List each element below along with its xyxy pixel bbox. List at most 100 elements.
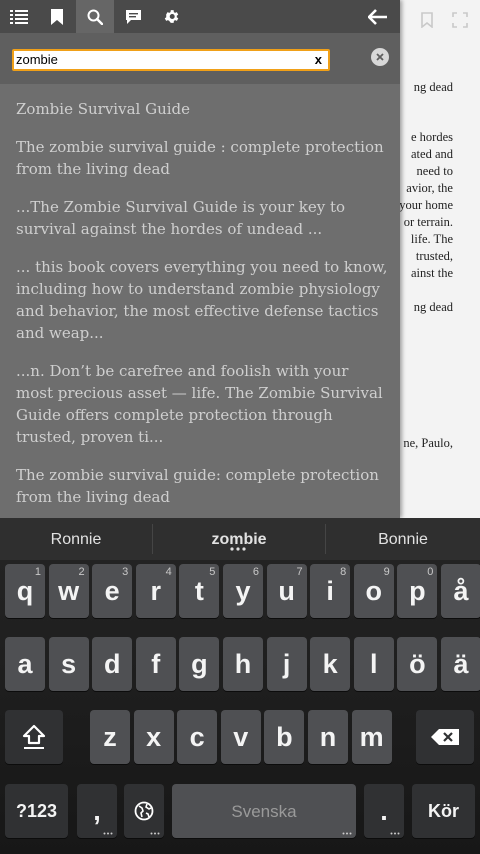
key[interactable]: s — [48, 637, 89, 691]
search-result-item[interactable]: The zombie survival guide : complete pro… — [16, 136, 388, 180]
key[interactable]: i8 — [310, 564, 351, 618]
key-label: r — [150, 575, 162, 606]
key[interactable]: z — [90, 710, 130, 764]
symbols-key-label: ?123 — [15, 801, 58, 821]
close-icon — [376, 53, 384, 61]
tab-settings[interactable] — [152, 0, 190, 33]
close-search-button[interactable] — [371, 48, 389, 66]
key-label: e — [104, 575, 120, 606]
key-label: x — [146, 721, 162, 752]
key[interactable]: å — [441, 564, 480, 618]
arrow-left-icon — [368, 8, 387, 25]
reader-line: or terrain. — [403, 215, 453, 229]
key[interactable]: j — [266, 637, 307, 691]
key[interactable]: a — [5, 637, 45, 691]
search-result-item[interactable]: Zombie Survival Guide — [16, 98, 388, 120]
gear-icon — [164, 10, 178, 23]
key[interactable]: c — [177, 710, 218, 764]
back-button[interactable] — [360, 0, 396, 33]
key-label: i — [326, 575, 334, 606]
key[interactable]: p0 — [397, 564, 438, 618]
language-key[interactable] — [124, 784, 164, 838]
more-keys-icon — [390, 832, 400, 835]
space-key[interactable]: Svenska — [172, 784, 356, 838]
shift-key[interactable] — [5, 710, 63, 764]
search-result-item[interactable]: ...n. Don’t be carefree and foolish with… — [16, 360, 388, 448]
key[interactable]: v — [220, 710, 261, 764]
key[interactable]: g — [179, 637, 220, 691]
reader-line: need to — [416, 164, 453, 178]
key-hint: 9 — [383, 566, 390, 578]
key-label: p — [409, 575, 426, 606]
tab-search[interactable] — [76, 0, 114, 33]
bookmark-icon — [51, 8, 63, 25]
reader-toolbar — [400, 0, 480, 40]
key-label: n — [319, 721, 337, 752]
reader-line: ng dead — [413, 80, 453, 94]
tab-contents[interactable] — [0, 0, 38, 33]
tab-bookmarks[interactable] — [38, 0, 76, 33]
shift-arrow-icon — [22, 724, 46, 749]
search-input[interactable] — [16, 51, 306, 69]
key[interactable]: w2 — [48, 564, 89, 618]
suggestion-right[interactable]: Bonnie — [326, 518, 480, 560]
key-label: w — [58, 575, 80, 606]
key[interactable]: u7 — [266, 564, 307, 618]
soft-keyboard: q1w2e3r4t5y6u7i8o9p0å asdfghjklöä zxcvbn… — [0, 560, 480, 854]
key[interactable]: x — [133, 710, 174, 764]
key-label: v — [233, 721, 249, 752]
reader-fullscreen-icon[interactable] — [452, 12, 468, 28]
reader-line: ainst the — [410, 266, 453, 280]
reader-bookmark-icon[interactable] — [420, 12, 436, 29]
search-clear-button[interactable]: x — [315, 51, 322, 69]
more-keys-icon — [342, 832, 352, 835]
reader-line: e hordes — [411, 130, 453, 144]
key[interactable]: d — [92, 637, 133, 691]
key[interactable]: ö — [397, 637, 438, 691]
backspace-key[interactable] — [416, 710, 474, 764]
more-suggestions-icon — [230, 547, 246, 551]
suggestion-center[interactable]: zombie — [153, 518, 325, 560]
key[interactable]: ä — [441, 637, 480, 691]
key[interactable]: e3 — [92, 564, 133, 618]
key[interactable]: m — [351, 710, 392, 764]
search-result-item[interactable]: The zombie survival guide: complete prot… — [16, 464, 388, 508]
key-hint: 7 — [296, 566, 303, 578]
comma-key[interactable]: , — [77, 784, 117, 838]
key-label: d — [103, 648, 121, 679]
search-field[interactable]: x — [12, 49, 330, 71]
key-label: z — [103, 721, 117, 752]
tab-notes[interactable] — [114, 0, 152, 33]
key[interactable]: k — [310, 637, 351, 691]
key[interactable]: t5 — [179, 564, 220, 618]
enter-key[interactable]: Kör — [412, 784, 475, 838]
key[interactable]: b — [264, 710, 305, 764]
key[interactable]: r4 — [135, 564, 176, 618]
key[interactable]: o9 — [353, 564, 394, 618]
key[interactable]: l — [353, 637, 394, 691]
search-panel: x Zombie Survival Guide The zombie surviv… — [0, 0, 400, 518]
search-result-item[interactable]: ... this book covers everything you need… — [16, 256, 388, 344]
key[interactable]: f — [135, 637, 176, 691]
search-result-item[interactable]: ...The Zombie Survival Guide is your key… — [16, 196, 388, 240]
reader-line: trusted, — [415, 249, 453, 263]
key-label: t — [194, 575, 204, 606]
key[interactable]: y6 — [223, 564, 263, 618]
key[interactable]: h — [223, 637, 263, 691]
key-label: g — [191, 648, 208, 679]
symbols-key[interactable]: ?123 — [5, 784, 68, 838]
reader-line: ated and — [411, 147, 453, 161]
reader-line: ng dead — [413, 300, 453, 314]
key[interactable]: q1 — [5, 564, 45, 618]
key-label: a — [17, 648, 33, 679]
period-key[interactable]: . — [364, 784, 404, 838]
suggestion-left[interactable]: Ronnie — [0, 518, 152, 560]
key-label: ä — [453, 648, 469, 679]
key-label: c — [189, 721, 205, 752]
key-label: o — [365, 575, 383, 606]
key[interactable]: n — [308, 710, 348, 764]
key-label: q — [16, 575, 34, 606]
key-label: b — [276, 721, 293, 752]
key-label: f — [151, 648, 161, 679]
key-label: m — [359, 721, 384, 752]
